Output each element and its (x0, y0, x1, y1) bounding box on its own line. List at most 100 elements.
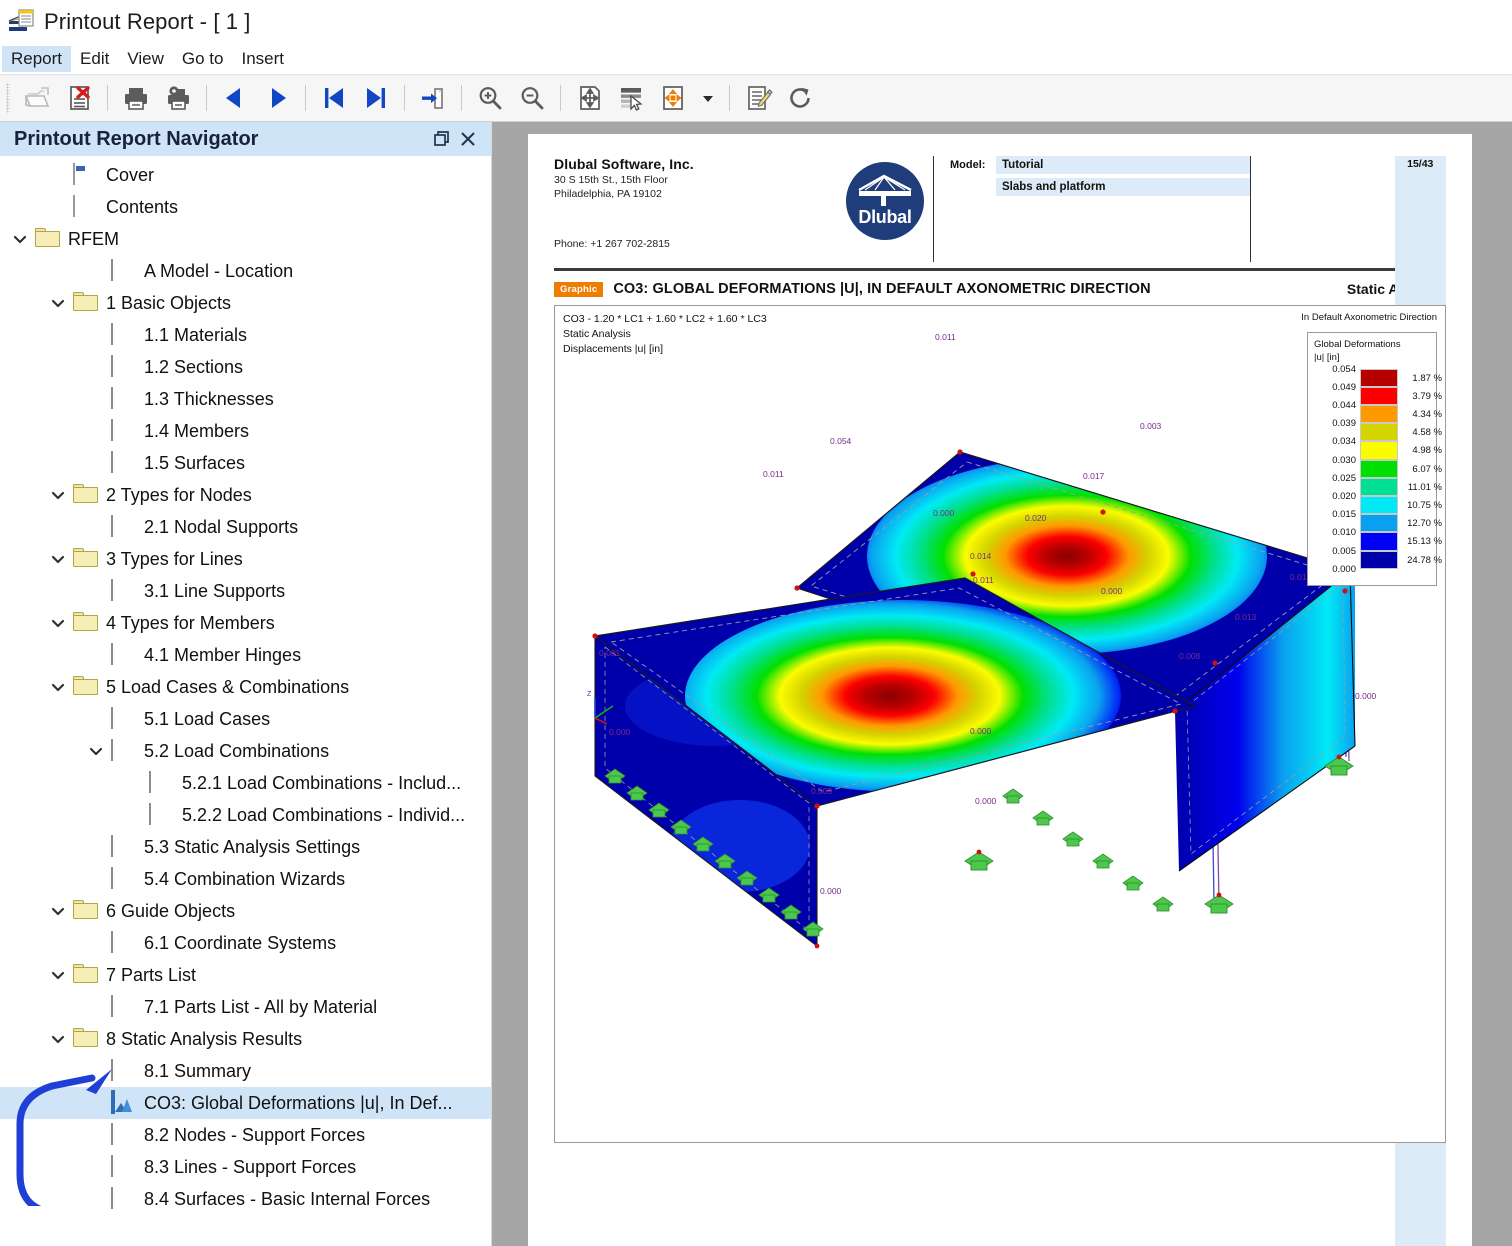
model-label: Model: (950, 159, 986, 171)
table-icon (111, 323, 135, 346)
tree-item[interactable]: 5.2.1 Load Combinations - Includ... (0, 767, 491, 799)
tree-item[interactable]: 4.1 Member Hinges (0, 639, 491, 671)
tree-item[interactable]: A Model - Location (0, 255, 491, 287)
report-header: Dlubal Software, Inc. 30 S 15th St., 15t… (554, 156, 1446, 1246)
tree-item[interactable]: 1.5 Surfaces (0, 447, 491, 479)
folder-icon (73, 900, 98, 922)
dropdown-arrow-icon[interactable] (694, 77, 722, 119)
move-graphic-icon[interactable] (652, 77, 694, 119)
tree-item[interactable]: 1.1 Materials (0, 319, 491, 351)
chevron-down-icon[interactable] (48, 549, 68, 569)
menu-edit[interactable]: Edit (71, 46, 118, 72)
print-settings-icon[interactable] (157, 77, 199, 119)
legend-percent: 4.58 % (1412, 427, 1442, 439)
chevron-down-icon[interactable] (48, 293, 68, 313)
folder-icon (73, 484, 98, 506)
tree-item[interactable]: Cover (0, 159, 491, 191)
tree-item-label: RFEM (68, 228, 119, 249)
fit-page-icon[interactable] (568, 77, 610, 119)
zoom-in-icon[interactable] (469, 77, 511, 119)
model-value[interactable]: Tutorial (996, 156, 1250, 174)
menu-view[interactable]: View (118, 46, 173, 72)
menu-insert[interactable]: Insert (232, 46, 293, 72)
print-icon[interactable] (115, 77, 157, 119)
tree-item[interactable]: 1 Basic Objects (0, 287, 491, 319)
last-page-icon[interactable] (355, 77, 397, 119)
tree-item-label: 8.4 Surfaces - Basic Internal Forces (144, 1188, 431, 1209)
tree-item[interactable]: 2.1 Nodal Supports (0, 511, 491, 543)
edit-report-icon[interactable] (737, 77, 779, 119)
tree-item[interactable]: 3.1 Line Supports (0, 575, 491, 607)
tree-item[interactable]: 7 Parts List (0, 959, 491, 991)
open-report-icon[interactable] (16, 77, 58, 119)
report-tree[interactable]: Cover Contents RFEM A Model - Location 1 Bas… (0, 156, 491, 1246)
chevron-down-icon[interactable] (48, 1029, 68, 1049)
tree-item[interactable]: 6 Guide Objects (0, 895, 491, 927)
refresh-icon[interactable] (779, 77, 821, 119)
company-address-2: Philadelphia, PA 19102 (554, 187, 662, 200)
select-content-icon[interactable] (610, 77, 652, 119)
tree-item[interactable]: 8.2 Nodes - Support Forces (0, 1119, 491, 1151)
tree-item[interactable]: 2 Types for Nodes (0, 479, 491, 511)
chevron-down-icon[interactable] (86, 741, 106, 761)
chevron-down-icon[interactable] (48, 677, 68, 697)
tree-item[interactable]: 3 Types for Lines (0, 543, 491, 575)
tree-item[interactable]: 1.2 Sections (0, 351, 491, 383)
tree-item[interactable]: 5.2.2 Load Combinations - Individ... (0, 799, 491, 831)
chevron-down-icon[interactable] (48, 613, 68, 633)
toolbar-grip[interactable] (6, 83, 10, 113)
tree-item-label: 6.1 Coordinate Systems (144, 932, 337, 953)
legend-tick-value: 0.030 (1332, 454, 1356, 466)
legend-tick-value: 0.010 (1332, 527, 1356, 539)
tree-item[interactable]: 5 Load Cases & Combinations (0, 671, 491, 703)
tree-item[interactable]: 5.3 Static Analysis Settings (0, 831, 491, 863)
tree-item[interactable]: 8.1 Summary (0, 1055, 491, 1087)
chevron-down-icon[interactable] (48, 485, 68, 505)
model-description[interactable]: Slabs and platform (996, 178, 1250, 196)
tree-item[interactable]: RFEM (0, 223, 491, 255)
menu-report[interactable]: Report (2, 46, 72, 72)
zoom-out-icon[interactable] (511, 77, 553, 119)
tree-item-label: 8 Static Analysis Results (106, 1028, 303, 1049)
next-page-icon[interactable] (256, 77, 298, 119)
tree-item[interactable]: 6.1 Coordinate Systems (0, 927, 491, 959)
tree-item[interactable]: 1.4 Members (0, 415, 491, 447)
tree-item[interactable]: 8.4 Surfaces - Basic Internal Forces (0, 1183, 491, 1215)
first-page-icon[interactable] (313, 77, 355, 119)
dlubal-logo: Dlubal (837, 156, 933, 262)
previous-page-icon[interactable] (214, 77, 256, 119)
tree-item[interactable]: 5.2 Load Combinations (0, 735, 491, 767)
delete-report-icon[interactable] (58, 77, 100, 119)
tree-item[interactable]: 8 Static Analysis Results (0, 1023, 491, 1055)
model-fields: Model: Tutorial Slabs and platform (933, 156, 1250, 262)
tree-item-label: 1.4 Members (144, 420, 250, 441)
company-phone: Phone: +1 267 702-2815 (554, 238, 670, 250)
tree-item-label: 4 Types for Members (106, 612, 275, 633)
chevron-down-icon[interactable] (10, 229, 30, 249)
tree-item[interactable]: 5.1 Load Cases (0, 703, 491, 735)
chevron-down-icon[interactable] (48, 965, 68, 985)
tree-item[interactable]: 7.1 Parts List - All by Material (0, 991, 491, 1023)
tree-item-label: 5.2 Load Combinations (144, 740, 330, 761)
legend-percent: 24.78 % (1407, 554, 1442, 566)
document-viewer[interactable]: Dlubal Software, Inc. 30 S 15th St., 15t… (492, 122, 1512, 1246)
tree-item[interactable]: 5.4 Combination Wizards (0, 863, 491, 895)
folder-icon (73, 964, 98, 986)
go-to-page-icon[interactable] (412, 77, 454, 119)
tree-item[interactable]: 4 Types for Members (0, 607, 491, 639)
close-icon[interactable] (455, 126, 481, 152)
company-address-1: 30 S 15th St., 15th Floor (554, 174, 668, 186)
tree-item[interactable]: CO3: Global Deformations |u|, In Def... (0, 1087, 491, 1119)
menu-goto[interactable]: Go to (173, 46, 233, 72)
table-icon (111, 1123, 135, 1146)
tree-item[interactable]: 1.3 Thicknesses (0, 383, 491, 415)
tree-item[interactable]: 8.3 Lines - Support Forces (0, 1151, 491, 1183)
graphic-frame[interactable]: CO3 - 1.20 * LC1 + 1.60 * LC2 + 1.60 * L… (554, 305, 1446, 1143)
tree-item[interactable]: Contents (0, 191, 491, 223)
undock-icon[interactable] (429, 126, 455, 152)
chevron-down-icon[interactable] (48, 901, 68, 921)
